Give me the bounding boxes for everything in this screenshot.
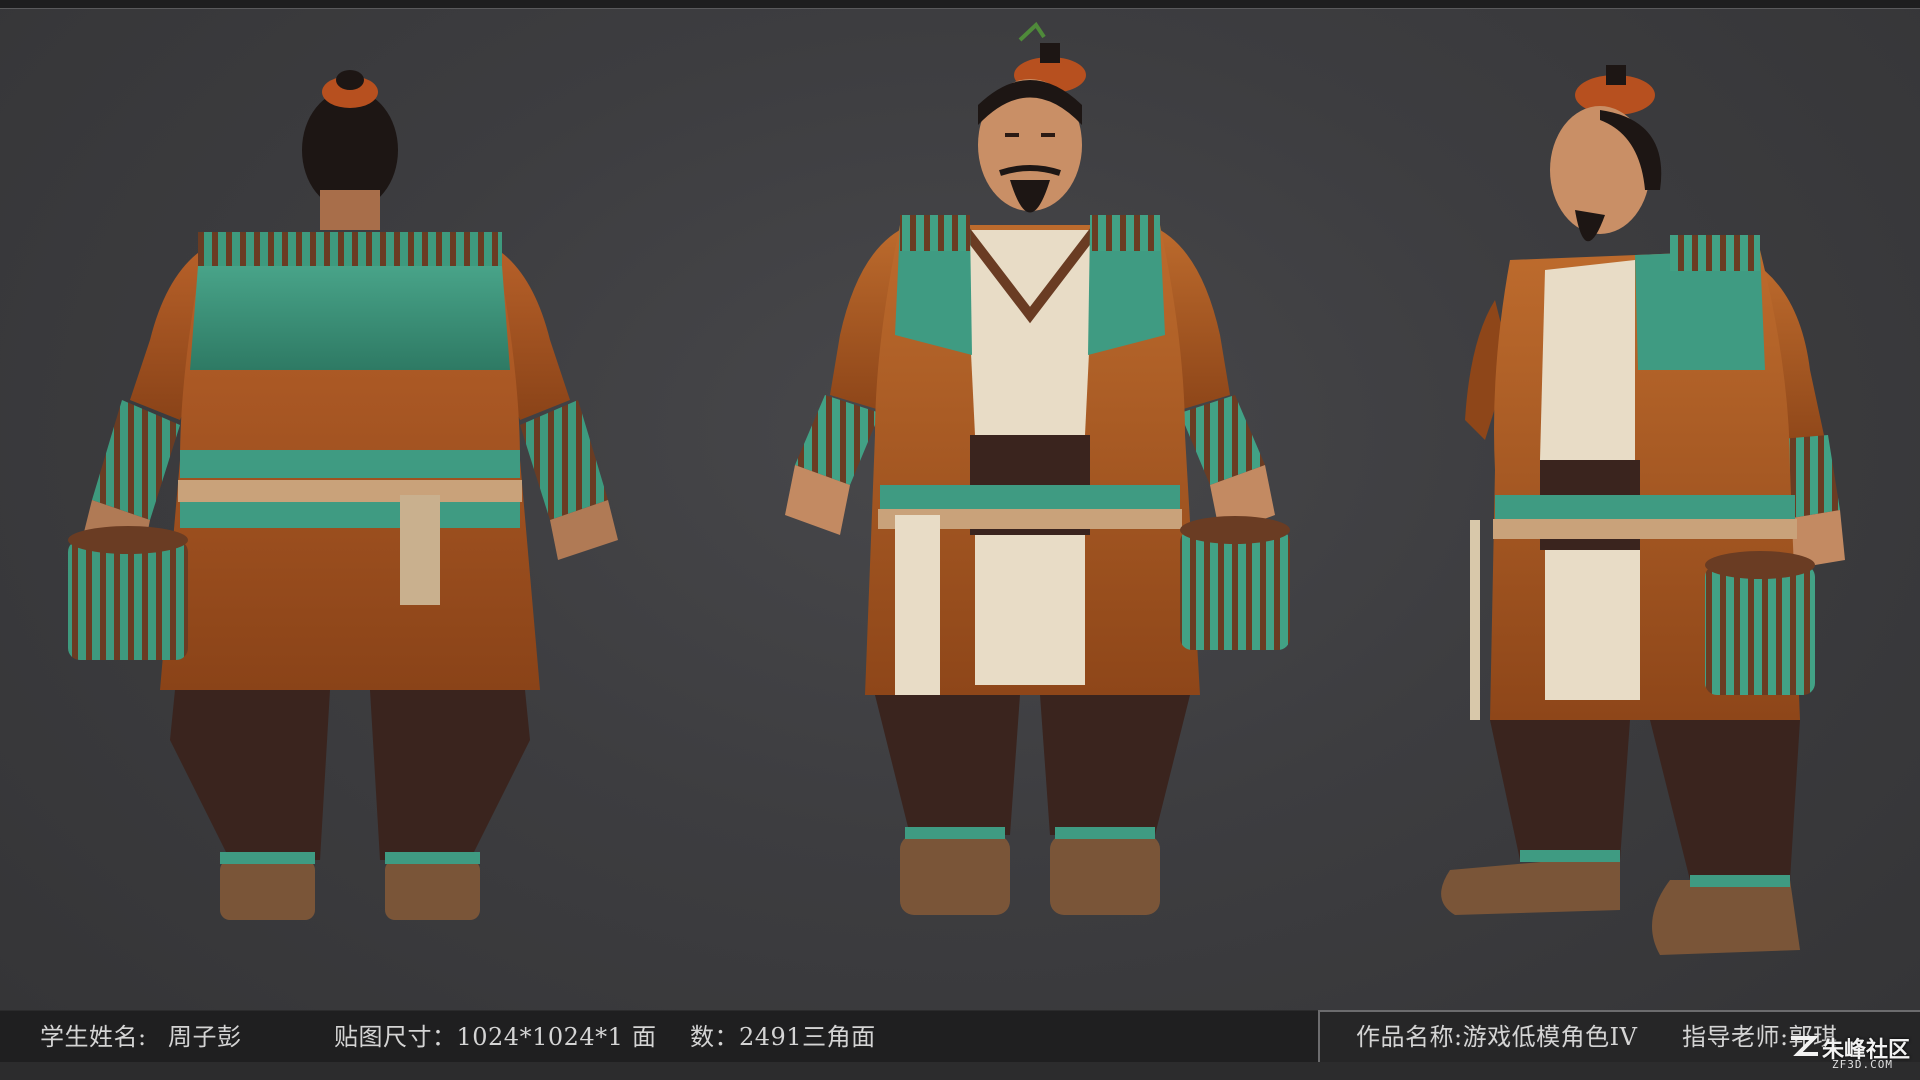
character-back-view (30, 40, 690, 940)
texture-size: 贴图尺寸：1024*1024*1 (334, 1023, 624, 1051)
top-border (0, 0, 1920, 9)
face-label: 面 (632, 1023, 657, 1051)
watermark-logo-icon (1791, 1036, 1819, 1056)
render-canvas: 学生姓名: 周子彭 贴图尺寸：1024*1024*1 面 数：2491三角面 作… (0, 0, 1920, 1080)
site-watermark: 朱峰社区 ZF3D.COM (1788, 1032, 1918, 1076)
student-label: 学生姓名: (40, 1023, 147, 1051)
character-three-quarter-view (1370, 40, 1890, 960)
character-front-view (700, 15, 1360, 945)
watermark-url: ZF3D.COM (1832, 1058, 1893, 1071)
face-count: 数：2491三角面 (690, 1023, 876, 1051)
bottom-strip (0, 1062, 1920, 1080)
work-title: 作品名称:游戏低模角色IV (1356, 1023, 1638, 1051)
student-name: 周子彭 (168, 1023, 242, 1051)
